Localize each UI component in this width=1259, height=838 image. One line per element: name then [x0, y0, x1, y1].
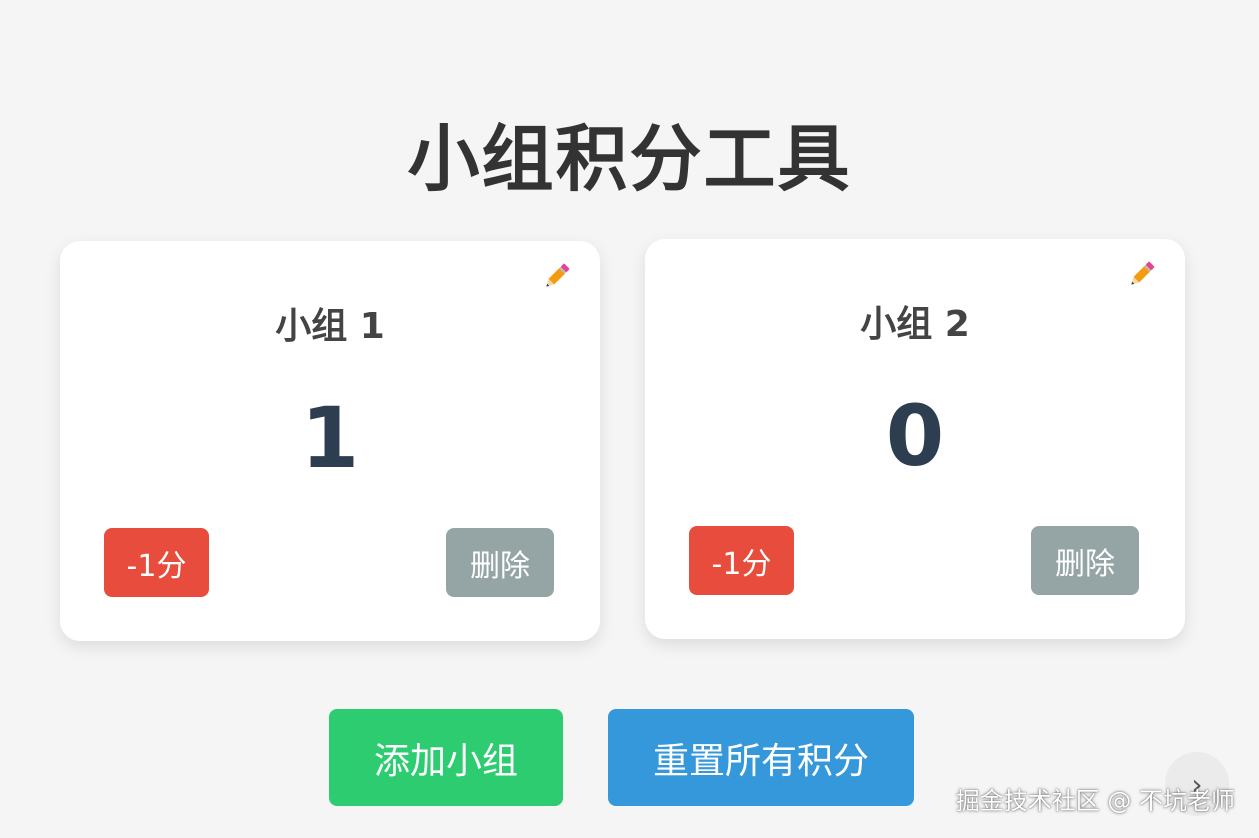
- reset-all-scores-button[interactable]: 重置所有积分: [608, 709, 914, 806]
- group-score: 1: [300, 389, 360, 487]
- app: 小组积分工具 小组 1 1 -1分 删除 小组 2 0 -1分 删除 添加小组 …: [0, 0, 1259, 838]
- group-name: 小组 1: [275, 306, 385, 347]
- group-card-2: 小组 2 0 -1分 删除: [645, 239, 1185, 639]
- add-group-button[interactable]: 添加小组: [329, 709, 563, 806]
- group-name: 小组 2: [860, 304, 970, 345]
- watermark: 掘金技术社区 @ 不坑老师: [955, 787, 1235, 815]
- pencil-icon[interactable]: [1125, 257, 1159, 291]
- group-score: 0: [885, 387, 945, 485]
- minus-point-button[interactable]: -1分: [689, 526, 794, 595]
- page-title: 小组积分工具: [407, 117, 852, 201]
- delete-group-button[interactable]: 删除: [446, 528, 554, 597]
- delete-group-button[interactable]: 删除: [1031, 526, 1139, 595]
- group-card-1: 小组 1 1 -1分 删除: [60, 241, 600, 641]
- pencil-icon[interactable]: [540, 259, 574, 293]
- minus-point-button[interactable]: -1分: [104, 528, 209, 597]
